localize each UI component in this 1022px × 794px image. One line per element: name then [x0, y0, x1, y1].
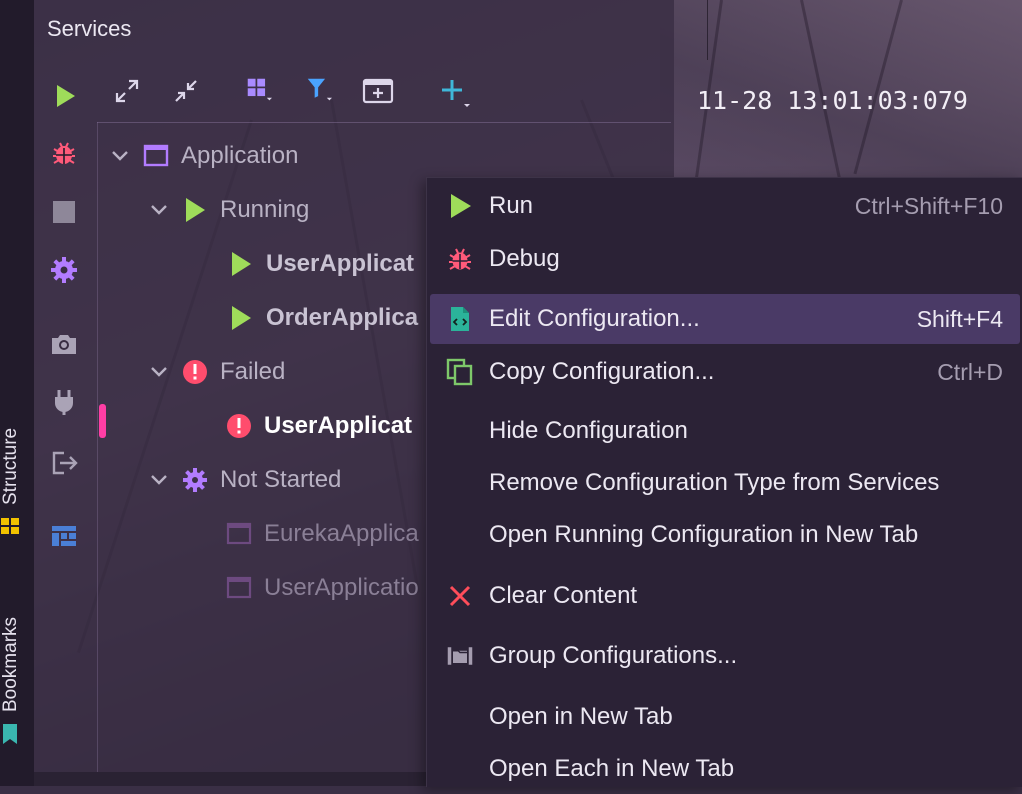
tree-label: UserApplicat: [266, 250, 415, 277]
new-tab-icon[interactable]: [362, 77, 394, 105]
tree-node-application[interactable]: Application: [111, 141, 298, 171]
run-icon: [451, 194, 471, 218]
expand-all-icon[interactable]: [114, 78, 140, 104]
exit-icon[interactable]: [50, 449, 78, 477]
panel-title: Services: [47, 16, 132, 41]
menu-item-open-each-in-new-tab[interactable]: Open Each in New Tab: [430, 744, 1020, 794]
tree-node-failed[interactable]: Failed: [150, 357, 285, 387]
panel-bottom-bar: [34, 772, 426, 786]
tree-label: UserApplicat: [264, 412, 413, 439]
shortcut: Shift+F4: [916, 305, 1003, 332]
debug-icon: [449, 248, 471, 270]
dashboard-icon[interactable]: [50, 522, 78, 550]
clear-icon: [449, 585, 471, 607]
menu-item-copy-configuration[interactable]: Copy Configuration... Ctrl+D: [430, 347, 1020, 397]
menu-item-open-in-new-tab[interactable]: Open in New Tab: [430, 692, 1020, 742]
chevron-down-icon[interactable]: [150, 471, 168, 489]
menu-item-edit-configuration[interactable]: Edit Configuration... Shift+F4: [430, 294, 1020, 344]
structure-icon[interactable]: [0, 514, 20, 538]
tree-item-not-started[interactable]: UserApplicatio: [226, 573, 419, 603]
tree-label: EurekaApplica: [264, 520, 419, 547]
tree-item-not-started[interactable]: EurekaApplica: [226, 519, 419, 549]
menu-item-remove-configuration-type[interactable]: Remove Configuration Type from Services: [430, 458, 1020, 508]
tree-label: Not Started: [220, 466, 342, 493]
settings-icon[interactable]: [50, 256, 78, 284]
stop-icon[interactable]: [50, 198, 78, 226]
menu-item-debug[interactable]: Debug: [430, 234, 1020, 284]
edit-config-icon: [451, 307, 469, 331]
tree-label: OrderApplica: [266, 304, 419, 331]
bookmark-icon[interactable]: [0, 722, 20, 746]
run-all-icon[interactable]: [52, 83, 78, 109]
chevron-down-icon[interactable]: [150, 363, 168, 381]
tree-item-running[interactable]: OrderApplica: [228, 303, 418, 333]
log-timestamp: 11-28 13:01:03:079: [697, 86, 968, 115]
tree-node-not-started[interactable]: Not Started: [150, 465, 341, 495]
collapse-all-icon[interactable]: [173, 78, 199, 104]
filter-icon[interactable]: [306, 77, 332, 103]
menu-item-run[interactable]: Run Ctrl+Shift+F10: [430, 181, 1020, 231]
plug-icon[interactable]: [50, 388, 78, 416]
running-icon: [232, 306, 251, 330]
chevron-down-icon[interactable]: [111, 147, 129, 165]
group-config-icon: [447, 647, 473, 665]
selection-marker: [99, 404, 106, 438]
shortcut: Ctrl+Shift+F10: [854, 192, 1003, 219]
tree-label: Running: [220, 196, 310, 223]
tree-label: UserApplicatio: [264, 574, 419, 601]
divider: [707, 0, 708, 60]
tree-label: Application: [181, 142, 299, 169]
running-icon: [186, 198, 205, 222]
copy-icon: [446, 358, 473, 386]
tree-item-running[interactable]: UserApplicat: [228, 249, 414, 279]
shortcut: Ctrl+D: [937, 358, 1003, 385]
tree-label: Failed: [220, 358, 286, 385]
bookmarks-tab[interactable]: Bookmarks: [0, 592, 21, 712]
tree-item-failed[interactable]: UserApplicat: [226, 411, 412, 441]
application-icon: [226, 522, 252, 545]
tree-node-running[interactable]: Running: [150, 195, 309, 225]
divider: [97, 122, 98, 772]
menu-item-clear-content[interactable]: Clear Content: [430, 571, 1020, 621]
add-icon[interactable]: [440, 78, 472, 110]
group-by-icon[interactable]: [246, 77, 272, 103]
application-icon: [143, 144, 169, 167]
application-icon: [226, 576, 252, 599]
error-icon: [227, 414, 251, 438]
running-icon: [232, 252, 251, 276]
debug-icon[interactable]: [50, 139, 78, 167]
error-icon: [183, 360, 207, 384]
gear-icon: [183, 468, 207, 492]
menu-item-group-configurations[interactable]: Group Configurations...: [430, 631, 1020, 681]
chevron-down-icon[interactable]: [150, 201, 168, 219]
menu-item-hide-configuration[interactable]: Hide Configuration: [430, 406, 1020, 456]
menu-item-open-running-configuration[interactable]: Open Running Configuration in New Tab: [430, 510, 1020, 560]
structure-tab[interactable]: Structure: [0, 405, 21, 505]
camera-icon[interactable]: [50, 330, 78, 358]
context-menu: Run Ctrl+Shift+F10 Debug Edit Configurat…: [426, 177, 1022, 787]
divider: [97, 122, 671, 123]
